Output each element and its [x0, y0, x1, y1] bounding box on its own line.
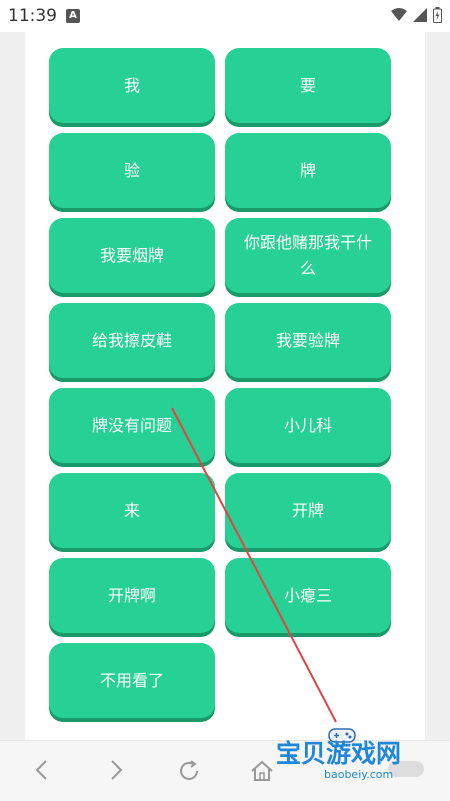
- notification-a-icon: A: [66, 9, 80, 23]
- sound-button[interactable]: 来: [49, 473, 215, 548]
- refresh-icon[interactable]: [177, 759, 201, 783]
- sound-button[interactable]: 小儿科: [225, 388, 391, 463]
- sound-button[interactable]: 我要烟牌: [49, 218, 215, 293]
- sound-button[interactable]: 牌: [225, 133, 391, 208]
- sound-button-grid: 我 要 验 牌 我要烟牌 你跟他赌那我干什么 给我擦皮鞋 我要验牌 牌没有问题 …: [49, 48, 391, 718]
- forward-icon[interactable]: [108, 759, 124, 781]
- status-bar: 11:39 A: [0, 0, 450, 32]
- status-icons: [391, 7, 442, 23]
- sound-button[interactable]: 我: [49, 48, 215, 123]
- watermark-logo: 宝贝游戏网 baobeiy.com: [272, 726, 422, 784]
- sound-button[interactable]: 要: [225, 48, 391, 123]
- sound-button[interactable]: 你跟他赌那我干什么: [225, 218, 391, 293]
- right-margin: [425, 32, 450, 740]
- wifi-icon: [391, 8, 407, 21]
- sound-button[interactable]: 验: [49, 133, 215, 208]
- sound-button[interactable]: 牌没有问题: [49, 388, 215, 463]
- back-icon[interactable]: [34, 759, 50, 781]
- signal-icon: [413, 8, 427, 22]
- sound-button[interactable]: 不用看了: [49, 643, 215, 718]
- watermark-url: baobeiy.com: [324, 768, 394, 781]
- left-margin: [0, 32, 25, 740]
- sound-button[interactable]: 我要验牌: [225, 303, 391, 378]
- sound-button[interactable]: 小瘪三: [225, 558, 391, 633]
- sound-button[interactable]: 开牌: [225, 473, 391, 548]
- sound-button[interactable]: 开牌啊: [49, 558, 215, 633]
- home-icon[interactable]: [250, 759, 274, 783]
- battery-icon: [433, 7, 442, 23]
- status-time: 11:39: [8, 6, 57, 26]
- sound-button[interactable]: 给我擦皮鞋: [49, 303, 215, 378]
- watermark-title: 宝贝游戏网: [276, 739, 402, 768]
- button-panel: 我 要 验 牌 我要烟牌 你跟他赌那我干什么 给我擦皮鞋 我要验牌 牌没有问题 …: [25, 32, 425, 740]
